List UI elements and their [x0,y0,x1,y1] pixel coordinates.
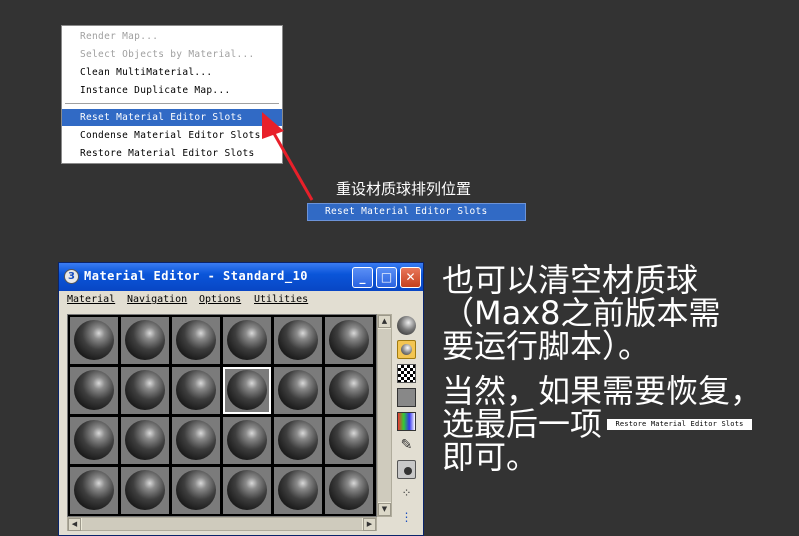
video-color-check-icon[interactable] [397,412,416,431]
material-sphere [176,320,216,360]
minimize-button[interactable]: _ [352,267,373,288]
material-sphere [278,320,318,360]
menu-item-instance-duplicate-map[interactable]: Instance Duplicate Map... [62,82,282,99]
note-line-3: 要运行脚本）。 [442,327,651,365]
make-preview-icon[interactable]: ✎ [397,436,416,455]
menu-options[interactable]: Options [199,294,241,305]
material-sphere [329,470,369,510]
sample-slots-panel [67,314,377,517]
material-slot[interactable] [274,317,322,364]
menu-item-clean-multimaterial[interactable]: Clean MultiMaterial... [62,64,282,81]
note-line-4: 当然，如果需要恢复， [442,372,763,410]
maximize-button[interactable]: □ [376,267,397,288]
material-slot[interactable] [325,317,373,364]
material-slot[interactable] [172,467,220,514]
material-slot[interactable] [121,467,169,514]
material-sphere [74,420,114,460]
menu-item-condense-material-editor-slots[interactable]: Condense Material Editor Slots [62,127,282,144]
explanation-text: 也可以清空材质球 （Max8之前版本需 要运行脚本）。 当然，如果需要恢复， 选… [442,264,762,474]
close-button[interactable]: ✕ [400,267,421,288]
title-bar[interactable]: 3 Material Editor - Standard_10 _ □ ✕ [59,263,423,291]
material-sphere [176,470,216,510]
material-slot[interactable] [121,367,169,414]
scroll-down-arrow-icon[interactable]: ▼ [378,503,391,516]
material-slot[interactable] [121,417,169,464]
material-sphere [329,420,369,460]
material-editor-window: 3 Material Editor - Standard_10 _ □ ✕ Ma… [58,262,424,536]
material-sphere [74,320,114,360]
menu-item-select-objects-by-material[interactable]: Select Objects by Material... [62,46,282,63]
material-sphere [125,470,165,510]
material-sphere [176,370,216,410]
horizontal-scroll-thumb[interactable] [82,518,362,530]
menu-item-restore-material-editor-slots[interactable]: Restore Material Editor Slots [62,145,282,162]
menu-navigation[interactable]: Navigation [127,294,187,305]
material-slot[interactable] [223,467,271,514]
material-sphere [329,320,369,360]
vertical-scroll-thumb[interactable] [378,329,391,502]
material-slot[interactable] [70,417,118,464]
material-sphere [278,420,318,460]
material-slot[interactable] [121,317,169,364]
material-map-navigator-icon[interactable]: ⋮ [397,508,416,527]
material-sphere [125,320,165,360]
material-sphere [227,420,267,460]
material-sphere [227,320,267,360]
scroll-left-arrow-icon[interactable]: ◀ [68,518,81,531]
material-sphere [278,370,318,410]
menu-material[interactable]: Material [67,294,115,305]
material-sphere [74,470,114,510]
material-slot[interactable] [274,417,322,464]
scroll-up-arrow-icon[interactable]: ▲ [378,315,391,328]
material-slot[interactable] [325,367,373,414]
note-line-2: （Max8之前版本需 [442,294,721,332]
callout-highlight-reset-slots: Reset Material Editor Slots [307,203,526,221]
material-slot[interactable] [274,467,322,514]
material-sphere [125,420,165,460]
material-slot[interactable] [172,367,220,414]
vertical-scrollbar[interactable]: ▲ ▼ [377,314,392,517]
material-slot[interactable] [70,467,118,514]
backlight-icon[interactable] [401,344,412,355]
menu-utilities[interactable]: Utilities [254,294,308,305]
material-slot[interactable] [70,317,118,364]
menu-bar: Material Navigation Options Utilities [59,291,423,311]
sample-uv-tiling-icon[interactable] [397,388,416,407]
material-slot[interactable] [325,417,373,464]
options-icon[interactable] [404,467,412,475]
menu-item-render-map[interactable]: Render Map... [62,28,282,45]
material-slot[interactable] [223,317,271,364]
horizontal-scrollbar[interactable]: ◀ ▶ [67,517,377,531]
note-line-5-row: 选最后一项 Restore Material Editor Slots [442,408,762,441]
window-title: Material Editor - Standard_10 [84,269,309,283]
material-slot[interactable] [223,417,271,464]
menu-item-reset-material-editor-slots[interactable]: Reset Material Editor Slots [62,109,282,126]
material-sphere [329,370,369,410]
context-menu: Render Map... Select Objects by Material… [61,25,283,164]
app-icon[interactable]: 3 [64,269,79,284]
side-toolbar: ✎ ⁘ ⋮ [394,314,420,534]
inline-restore-label: Restore Material Editor Slots [607,418,753,430]
material-slot[interactable] [172,317,220,364]
material-slot[interactable] [325,467,373,514]
material-slot[interactable] [70,367,118,414]
material-sphere [278,470,318,510]
material-slot[interactable] [172,417,220,464]
menu-separator [65,103,279,105]
material-sphere [227,470,267,510]
material-sphere [227,370,267,410]
scroll-right-arrow-icon[interactable]: ▶ [363,518,376,531]
note-line-1: 也可以清空材质球 [442,261,699,299]
select-by-material-icon[interactable]: ⁘ [397,484,416,503]
note-line-6: 即可。 [442,438,539,476]
material-sphere [176,420,216,460]
material-sphere [125,370,165,410]
sample-type-sphere-icon[interactable] [397,316,416,335]
background-checker-icon[interactable] [397,364,416,383]
callout-caption: 重设材质球排列位置 [336,180,472,198]
material-slot[interactable] [274,367,322,414]
material-slot[interactable] [223,367,271,414]
material-sphere [74,370,114,410]
